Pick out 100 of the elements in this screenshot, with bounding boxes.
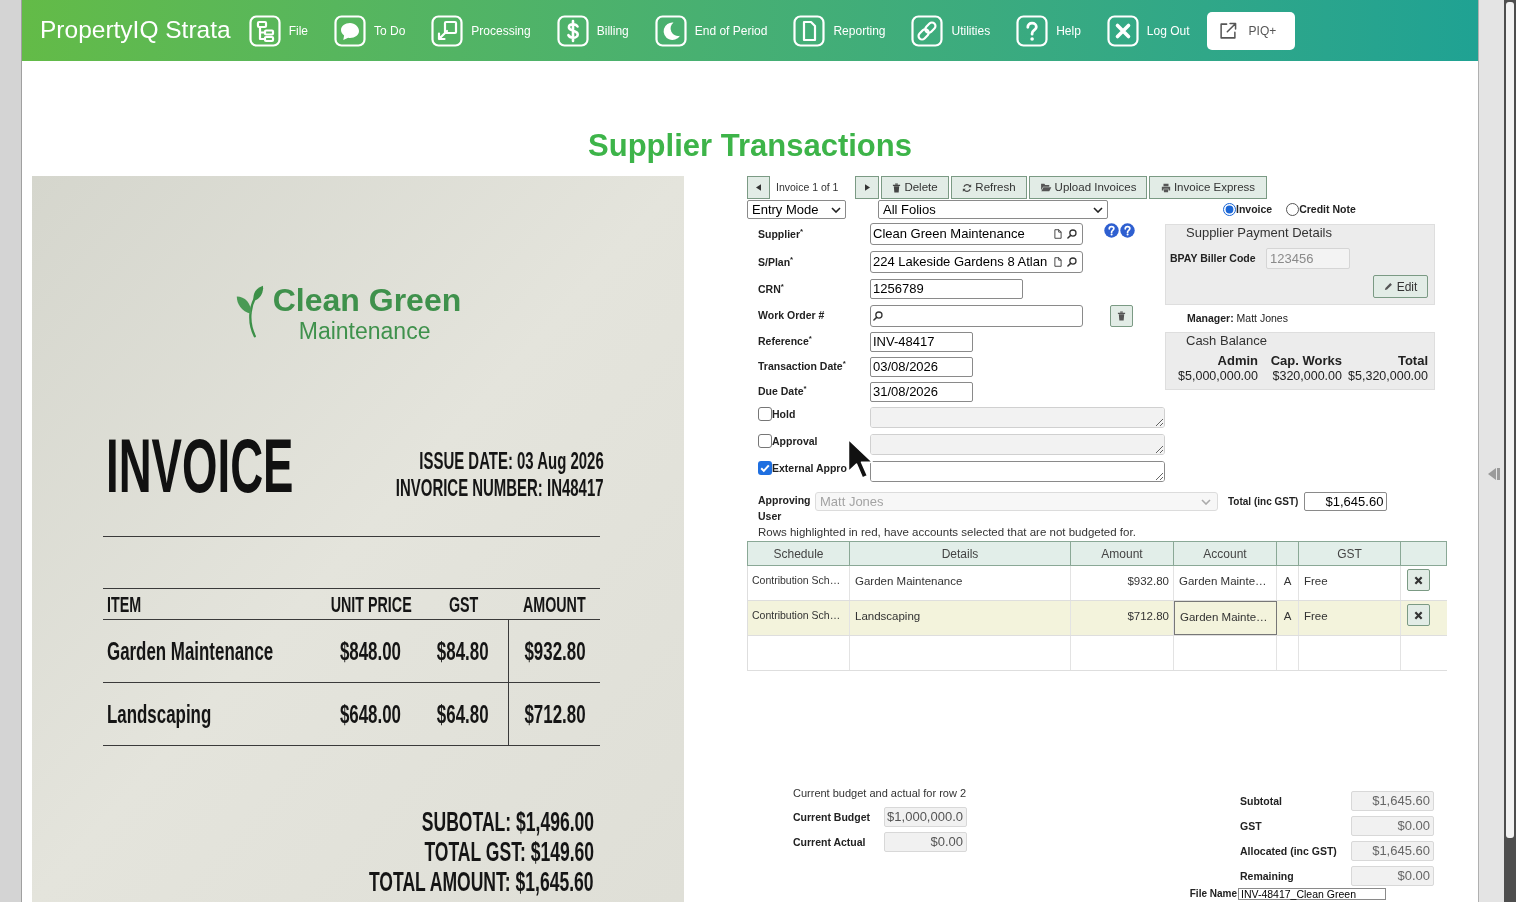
checkbox[interactable] (758, 407, 772, 421)
panel-legend: Cash Balance (1186, 333, 1267, 348)
field-label: Due Date$^{*}$ (758, 385, 807, 398)
printer-icon (1160, 182, 1171, 193)
checkbox[interactable] (758, 434, 772, 448)
toolbar-button[interactable]: Delete (881, 176, 949, 199)
note-field[interactable] (870, 407, 1165, 428)
lookup-field[interactable]: 224 Lakeside Gardens 8 Atlan (870, 251, 1083, 273)
search-field[interactable] (870, 304, 1083, 327)
dollar-icon (556, 14, 589, 47)
budget-caption: Current budget and actual for row 2 (793, 787, 967, 800)
radio-button[interactable] (1223, 203, 1236, 216)
table-cell-text: $64.80 (437, 697, 489, 731)
search-icon[interactable] (873, 310, 883, 321)
checkbox-label: Approval (772, 434, 818, 448)
date-field[interactable]: 31/08/2026 (870, 381, 973, 402)
document-icon[interactable] (1054, 257, 1062, 267)
table-cell-text: Landscaping (855, 609, 921, 624)
field-label: BPAY Biller Code (1170, 252, 1256, 265)
column-header: Account (1203, 545, 1247, 563)
document-icon[interactable] (1054, 229, 1062, 239)
table-cell-text: Free (1304, 609, 1328, 624)
field-label: Total (inc GST) (1228, 495, 1299, 508)
delete-row-button[interactable] (1407, 604, 1430, 626)
record-position: Invoice 1 of 1 (776, 179, 839, 195)
readonly-field: $0.00 (1351, 866, 1434, 886)
help-icon[interactable] (1104, 223, 1119, 238)
field-label: Approving User (758, 493, 812, 524)
x-icon (1414, 610, 1423, 620)
table-cell-text: $848.00 (339, 634, 401, 668)
delete-button[interactable] (1110, 304, 1133, 327)
scrollbar[interactable] (1504, 0, 1516, 902)
edit-button[interactable]: Edit (1373, 275, 1428, 298)
manager-text: Manager: Matt Jones (1187, 312, 1288, 325)
moon-icon (654, 14, 687, 47)
column-header: Amount (1101, 545, 1143, 563)
toolbar-button[interactable]: Refresh (951, 176, 1027, 199)
column-header: AMOUNT (522, 590, 586, 619)
lookup-field[interactable]: Clean Green Maintenance (870, 223, 1083, 245)
text-field[interactable]: 1256789 (870, 279, 1023, 299)
column-header: GST (449, 590, 479, 619)
readonly-field: $1,000,000.0 (884, 807, 967, 827)
table-cell-text: $712.80 (1127, 609, 1169, 624)
next-button[interactable] (855, 176, 879, 199)
field-label: Supplier$^{*}$ (758, 227, 804, 241)
field-label: Subtotal (1240, 794, 1282, 808)
field-label: Work Order # (758, 309, 825, 322)
total-line: TOTAL GST: $149.60 (424, 837, 594, 867)
search-icon[interactable] (1067, 257, 1077, 267)
table-cell-text: A (1283, 574, 1292, 589)
radio-label[interactable]: Invoice (1236, 201, 1273, 218)
chevron-down-icon (831, 206, 841, 213)
table-cell-text: $932.80 (523, 634, 586, 668)
x-square-icon (1106, 14, 1139, 47)
table-cell-text: $84.80 (437, 634, 489, 668)
help-icon[interactable] (1120, 223, 1135, 238)
note-field[interactable] (870, 461, 1165, 482)
balance-value: $320,000.00 (1272, 368, 1342, 384)
link-icon (911, 14, 944, 47)
search-icon[interactable] (1067, 229, 1077, 239)
date-field[interactable]: 03/08/2026 (870, 356, 973, 377)
table-row[interactable]: Contribution Sch… Garden Maintenance $932.80 Garden Mainte… A Free (747, 566, 1447, 601)
piq-button[interactable]: PIQ+ (1206, 11, 1295, 50)
toolbar-button[interactable]: Invoice Express (1149, 176, 1267, 199)
help-icon (1016, 14, 1049, 47)
text-field[interactable]: INV-48417 (870, 331, 973, 352)
x-icon (1414, 575, 1423, 585)
previous-button[interactable] (747, 176, 770, 199)
table-cell-text: Garden Maintenance (107, 634, 274, 668)
folder-icon (1039, 183, 1052, 192)
column-header: Admin (1217, 353, 1258, 368)
table-cell-text: $648.00 (339, 697, 401, 731)
trash-icon (892, 182, 902, 193)
delete-row-button[interactable] (1407, 569, 1430, 591)
radio-button[interactable] (1286, 203, 1300, 216)
note-field[interactable] (870, 434, 1165, 455)
table-row[interactable]: Contribution Sch… Landscaping $712.80 Garden Mainte… A Free (747, 601, 1447, 636)
balance-value: $5,320,000.00 (1348, 368, 1428, 384)
total-field[interactable]: $1,645.60 (1304, 492, 1388, 511)
page-title: Supplier Transactions (588, 128, 912, 164)
refresh-icon (962, 182, 973, 193)
toolbar-button[interactable]: Upload Invoices (1029, 176, 1147, 199)
folio-select[interactable]: All Folios (878, 200, 1108, 219)
chevron-down-icon (1093, 206, 1103, 213)
caret-left-icon (756, 184, 761, 191)
radio-label[interactable]: Credit Note (1299, 201, 1356, 218)
column-header: UNIT PRICE (330, 590, 412, 619)
company-tagline: Maintenance (298, 318, 432, 344)
note-text: Rows highlighted in red, have accounts selected that are not budgeted for. (758, 526, 1136, 538)
readonly-field: $1,645.60 (1351, 791, 1434, 811)
mode-select[interactable]: Entry Mode (747, 200, 846, 219)
column-header: Total (1397, 353, 1428, 368)
file-name-field[interactable]: INV-48417_Clean Green (1238, 888, 1386, 900)
column-header: Schedule (773, 545, 824, 563)
column-header: GST (1337, 545, 1362, 563)
table-cell-text: Free (1304, 574, 1328, 589)
checkbox[interactable] (758, 461, 772, 475)
field-label: Reference$^{*}$ (758, 335, 812, 348)
company-name: Clean Green (272, 282, 462, 318)
field-label: GST (1240, 819, 1262, 833)
